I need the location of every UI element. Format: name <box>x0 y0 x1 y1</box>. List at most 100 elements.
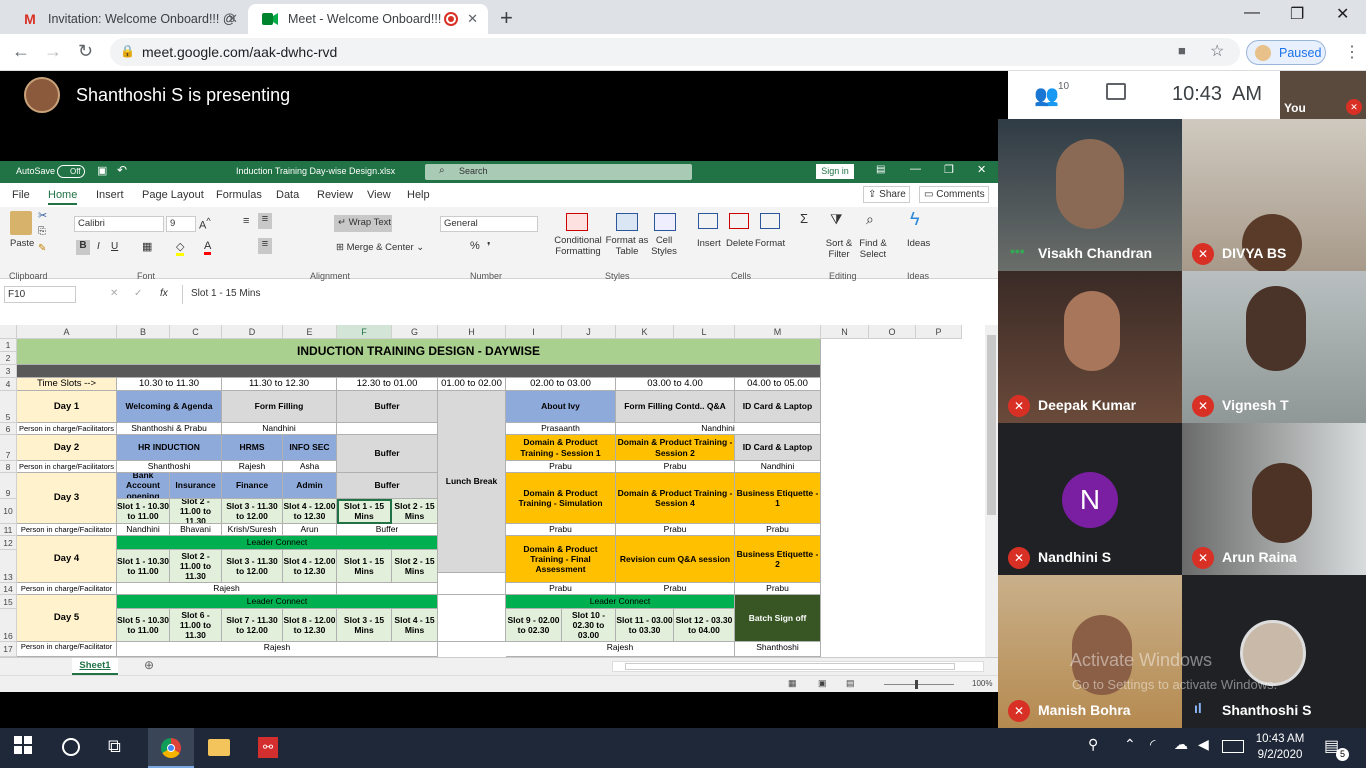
column-header[interactable]: M <box>735 325 821 339</box>
column-header[interactable]: C <box>170 325 222 339</box>
save-icon[interactable]: ▣ <box>97 164 107 177</box>
separator-row[interactable] <box>17 365 821 378</box>
participant-tile[interactable]: ✕ Deepak Kumar <box>998 271 1182 423</box>
cell[interactable]: Buffer <box>337 435 438 473</box>
copy-icon[interactable]: ⎘ <box>38 226 46 237</box>
cell[interactable]: Slot 5 - 10.30 to 11.00 <box>117 609 170 642</box>
cell[interactable]: 03.00 to 4.00 <box>616 378 735 391</box>
tab-formulas[interactable]: Formulas <box>216 189 262 201</box>
cell[interactable]: 04.00 to 05.00 <box>735 378 821 391</box>
cell[interactable]: Insurance <box>170 473 222 499</box>
ideas-icon[interactable]: ϟ <box>910 209 920 230</box>
minimize-icon[interactable]: — <box>910 163 921 175</box>
column-header[interactable]: B <box>117 325 170 339</box>
star-icon[interactable]: ☆ <box>1210 41 1224 61</box>
tab-view[interactable]: View <box>367 189 391 201</box>
tab-insert[interactable]: Insert <box>96 189 124 201</box>
cell[interactable]: Rajesh <box>117 583 337 595</box>
delete-cells-icon[interactable] <box>729 213 749 229</box>
normal-view-icon[interactable]: ▦ <box>788 678 797 689</box>
undo-icon[interactable]: ↶ <box>117 163 127 177</box>
ribbon-display-icon[interactable]: ▤ <box>876 164 885 175</box>
cell[interactable]: Business Etiquette - 2 <box>735 536 821 583</box>
cell[interactable]: Slot 8 - 12.00 to 12.30 <box>283 609 337 642</box>
participant-tile[interactable]: ✕ Arun Raina <box>1182 423 1366 575</box>
cell[interactable]: ID Card & Laptop <box>735 435 821 461</box>
chat-icon[interactable] <box>1106 83 1126 100</box>
participant-tile[interactable]: ••• Visakh Chandran <box>998 119 1182 271</box>
column-header[interactable]: G <box>392 325 438 339</box>
name-box[interactable]: F10 <box>4 286 76 303</box>
close-icon[interactable]: ✕ <box>227 11 238 27</box>
cell[interactable]: Domain & Product Training - Session 2 <box>616 435 735 461</box>
cell[interactable]: Welcoming & Agenda <box>117 391 222 423</box>
cell-styles-button[interactable]: Cell Styles <box>646 235 682 257</box>
tab-page-layout[interactable]: Page Layout <box>142 189 204 201</box>
cut-icon[interactable]: ✂ <box>38 209 47 222</box>
cell[interactable]: Buffer <box>337 391 438 423</box>
cell[interactable]: Shanthoshi <box>117 461 222 473</box>
row-header[interactable]: 16 <box>0 609 17 642</box>
cell[interactable]: Slot 4 - 12.00 to 12.30 <box>283 550 337 583</box>
selected-cell[interactable]: Slot 1 - 15 Mins <box>337 499 392 524</box>
cell[interactable]: Prabu <box>735 524 821 536</box>
cell[interactable]: Prabu <box>506 583 616 595</box>
cell[interactable]: Nandhini <box>117 524 170 536</box>
cell[interactable]: Domain & Product Training - Final Assess… <box>506 536 616 583</box>
cell[interactable]: 01.00 to 02.00 <box>438 378 506 391</box>
cell[interactable]: Slot 7 - 11.30 to 12.00 <box>222 609 283 642</box>
cell[interactable]: 11.30 to 12.30 <box>222 378 337 391</box>
format-cells-icon[interactable] <box>760 213 780 229</box>
row-header[interactable]: 13 <box>0 550 17 583</box>
formula-input[interactable]: Slot 1 - 15 Mins <box>182 285 994 304</box>
share-button[interactable]: ⇪ Share <box>863 186 910 203</box>
tab-data[interactable]: Data <box>276 189 299 201</box>
cell[interactable]: Prabu <box>506 524 616 536</box>
column-header[interactable]: J <box>562 325 616 339</box>
cell[interactable]: Slot 12 - 03.30 to 04.00 <box>674 609 735 642</box>
paste-button[interactable]: Paste <box>10 238 34 249</box>
cell[interactable] <box>337 423 438 435</box>
row-header[interactable]: 2 <box>0 352 17 365</box>
cell[interactable]: Slot 1 - 10.30 to 11.00 <box>117 499 170 524</box>
column-header[interactable]: D <box>222 325 283 339</box>
cell[interactable]: Arun <box>283 524 337 536</box>
row-header[interactable]: 1 <box>0 339 17 352</box>
spreadsheet-grid[interactable]: A B C D E F G H I J K L M N O P 1 2 3 4 … <box>0 307 998 657</box>
cell[interactable]: Rajesh <box>222 461 283 473</box>
cell[interactable]: Day 1 <box>17 391 117 423</box>
cell[interactable]: Slot 2 - 15 Mins <box>392 499 438 524</box>
comments-button[interactable]: ▭ Comments <box>919 186 989 203</box>
participant-tile[interactable]: N ✕ Nandhini S <box>998 423 1182 575</box>
row-header[interactable]: 17 <box>0 642 17 657</box>
cell[interactable]: Revision cum Q&A session <box>616 536 735 583</box>
select-all-corner[interactable] <box>0 325 17 339</box>
cell[interactable]: Shanthoshi <box>735 642 821 657</box>
page-layout-view-icon[interactable]: ▣ <box>818 678 827 689</box>
cell[interactable]: 10.30 to 11.30 <box>117 378 222 391</box>
function-icon[interactable]: fx <box>160 288 168 299</box>
sort-filter-icon[interactable]: ⧩ <box>830 211 843 228</box>
tab-meet[interactable]: Meet - Welcome Onboard!!! ✕ <box>248 4 488 34</box>
enter-icon[interactable]: ✓ <box>134 288 142 299</box>
close-icon[interactable]: ✕ <box>977 163 986 176</box>
cell[interactable]: Slot 4 - 15 Mins <box>392 609 438 642</box>
row-header[interactable]: 3 <box>0 365 17 378</box>
cell[interactable]: Day 4 <box>17 536 117 583</box>
file-name[interactable]: Induction Training Day-wise Design.xlsx <box>236 166 395 176</box>
chrome-icon[interactable] <box>148 728 194 768</box>
row-header[interactable]: 12 <box>0 536 17 550</box>
cell[interactable]: Prabu <box>616 461 735 473</box>
wrap-text-button[interactable]: ↵ Wrap Text <box>334 215 392 232</box>
sheet-title[interactable]: INDUCTION TRAINING DESIGN - DAYWISE <box>17 339 821 365</box>
new-tab-button[interactable]: + <box>500 5 513 31</box>
cell[interactable]: Domain & Product Training - Simulation <box>506 473 616 524</box>
cell[interactable]: 02.00 to 03.00 <box>506 378 616 391</box>
cell[interactable]: Prabu <box>735 583 821 595</box>
system-clock[interactable]: 10:43 AM 9/2/2020 <box>1250 731 1310 763</box>
cell[interactable]: Slot 3 - 11.30 to 12.00 <box>222 499 283 524</box>
row-header[interactable]: 5 <box>0 391 17 423</box>
italic-icon[interactable]: I <box>97 241 100 252</box>
cell[interactable]: Shanthoshi & Prabu <box>117 423 222 435</box>
wifi-icon[interactable]: ◜ <box>1150 736 1155 753</box>
